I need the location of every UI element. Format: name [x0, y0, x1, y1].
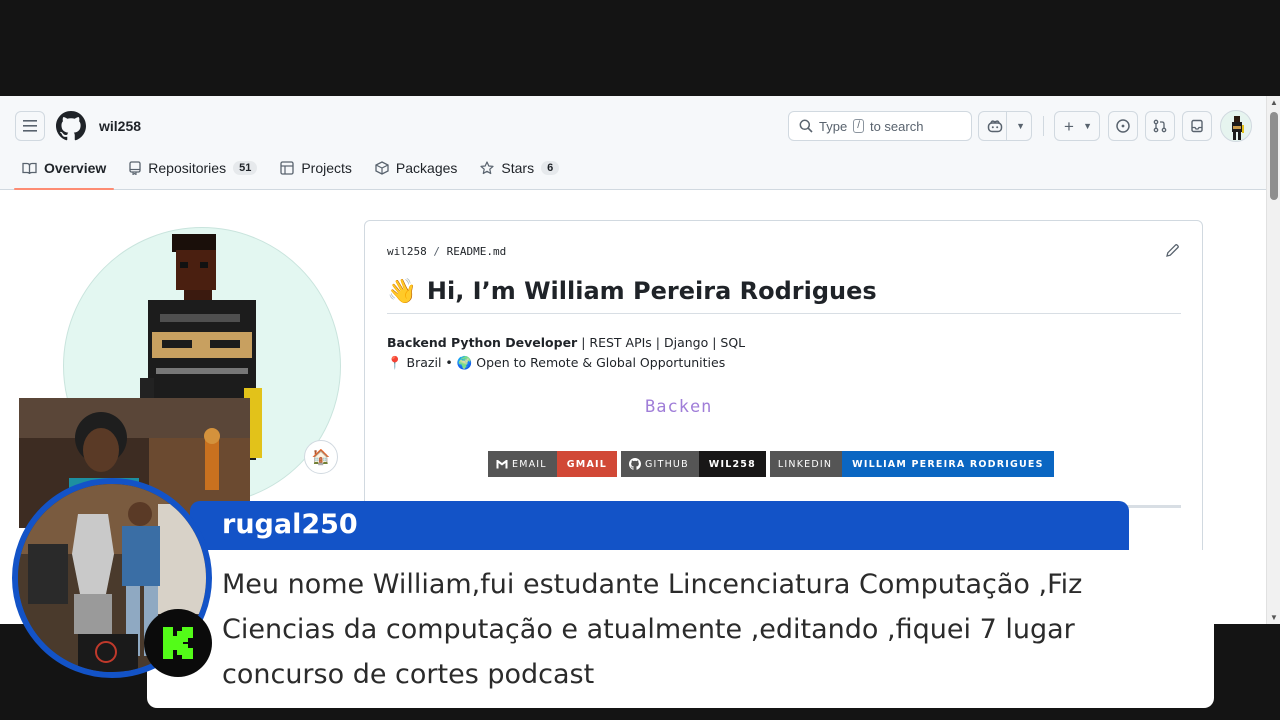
- email-badge[interactable]: EMAIL GMAIL: [488, 451, 617, 477]
- create-new-button[interactable]: + ▼: [1054, 111, 1100, 141]
- readme-heading-text: Hi, I’m William Pereira Rodrigues: [426, 277, 877, 305]
- role-title: Backend Python Developer: [387, 335, 578, 350]
- badge-right-text: WILLIAM PEREIRA RODRIGUES: [842, 451, 1054, 477]
- star-icon: [480, 161, 495, 175]
- badge-right-text: WIL258: [698, 451, 766, 477]
- scroll-down-arrow-icon[interactable]: ▼: [1270, 613, 1278, 622]
- tab-label: Repositories: [148, 160, 227, 176]
- badge-right-text: GMAIL: [556, 451, 617, 477]
- pixel-portrait-icon: [1232, 116, 1244, 140]
- issues-button[interactable]: [1108, 111, 1138, 141]
- chat-message-box: Meu nome William,fui estudante Lincencia…: [147, 550, 1214, 708]
- copilot-icon: [987, 120, 1003, 133]
- chat-username: rugal250: [222, 509, 358, 540]
- house-icon: 🏠: [311, 449, 331, 466]
- contact-badges: EMAIL GMAIL GITHUB WIL258 LINKEDIN WILLI…: [488, 451, 1054, 477]
- stream-scene: wil258 Type / to search ▼ + ▼ Overview R…: [0, 0, 1280, 720]
- chat-username-bar: rugal250: [190, 501, 1129, 551]
- repo-icon: [129, 161, 141, 175]
- tab-packages[interactable]: Packages: [367, 154, 465, 182]
- status-emoji-button[interactable]: 🏠: [304, 440, 338, 474]
- package-icon: [375, 161, 389, 175]
- tab-projects[interactable]: Projects: [272, 154, 360, 182]
- profile-owner-link[interactable]: wil258: [99, 118, 141, 134]
- profile-tabs: Overview Repositories 51 Projects Packag…: [14, 154, 574, 190]
- github-header: wil258 Type / to search ▼ + ▼ Overview R…: [0, 96, 1266, 190]
- copilot-button[interactable]: ▼: [978, 111, 1032, 141]
- badge-left-text: EMAIL: [512, 458, 547, 470]
- chat-message-text: Meu nome William,fui estudante Lincencia…: [222, 569, 1083, 690]
- chevron-down-icon[interactable]: ▼: [1016, 121, 1025, 131]
- readme-path-separator: /: [433, 245, 440, 258]
- tab-label: Packages: [395, 160, 458, 176]
- hamburger-menu-button[interactable]: [15, 111, 45, 141]
- git-pull-request-icon: [1153, 119, 1167, 133]
- linkedin-badge[interactable]: LINKEDIN WILLIAM PEREIRA RODRIGUES: [769, 451, 1054, 477]
- role-skills: | REST APIs | Django | SQL: [577, 335, 746, 350]
- search-placeholder-suffix: to search: [869, 118, 924, 134]
- inbox-icon: [1191, 119, 1203, 133]
- scrollbar-thumb[interactable]: [1270, 112, 1278, 200]
- readme-path-file: README.md: [446, 245, 507, 258]
- kick-logo-icon: [144, 609, 212, 677]
- github-logo-icon[interactable]: [56, 111, 86, 141]
- pull-requests-button[interactable]: [1145, 111, 1175, 141]
- chevron-down-icon: ▼: [1083, 121, 1092, 131]
- search-icon: [799, 119, 813, 133]
- search-placeholder-prefix: Type: [819, 118, 848, 134]
- kick-k-icon: [163, 627, 193, 659]
- readme-path: wil258 / README.md: [387, 245, 506, 258]
- book-icon: [22, 162, 37, 174]
- badge-left: EMAIL: [488, 451, 557, 477]
- location-line: 📍 Brazil • 🌍 Open to Remote & Global Opp…: [387, 355, 726, 370]
- search-input[interactable]: Type / to search: [788, 111, 972, 141]
- issue-opened-icon: [1116, 119, 1130, 133]
- github-icon: [629, 458, 641, 470]
- typing-animation-text: Backen: [645, 397, 713, 417]
- badge-left: GITHUB: [621, 451, 699, 477]
- search-shortcut-key: /: [853, 119, 864, 133]
- header-divider: [1043, 116, 1044, 136]
- badge-left: LINKEDIN: [769, 451, 843, 477]
- tab-label: Projects: [301, 160, 352, 176]
- copilot-split-divider: [1006, 112, 1007, 140]
- plus-icon: +: [1064, 116, 1074, 136]
- scroll-up-arrow-icon[interactable]: ▲: [1270, 98, 1278, 107]
- table-icon: [280, 161, 294, 175]
- badge-left-text: LINKEDIN: [777, 458, 833, 470]
- tab-stars[interactable]: Stars 6: [472, 154, 567, 182]
- github-badge[interactable]: GITHUB WIL258: [621, 451, 766, 477]
- role-line: Backend Python Developer | REST APIs | D…: [387, 335, 745, 350]
- gmail-icon: [496, 460, 508, 469]
- tab-label: Overview: [44, 160, 107, 176]
- pencil-icon[interactable]: [1165, 243, 1180, 258]
- stars-count-badge: 6: [541, 161, 560, 175]
- page-scrollbar[interactable]: ▲ ▼: [1266, 96, 1280, 624]
- readme-heading: 👋 Hi, I’m William Pereira Rodrigues: [387, 277, 1181, 314]
- badge-left-text: GITHUB: [645, 458, 689, 470]
- menu-icon: [23, 120, 37, 132]
- tab-label: Stars: [501, 160, 535, 176]
- user-avatar[interactable]: [1220, 110, 1252, 142]
- inbox-button[interactable]: [1182, 111, 1212, 141]
- repositories-count-badge: 51: [233, 161, 258, 175]
- readme-path-user[interactable]: wil258: [387, 245, 427, 258]
- waving-hand-icon: 👋: [387, 277, 417, 305]
- tab-repositories[interactable]: Repositories 51: [121, 154, 265, 182]
- tab-overview[interactable]: Overview: [14, 154, 115, 190]
